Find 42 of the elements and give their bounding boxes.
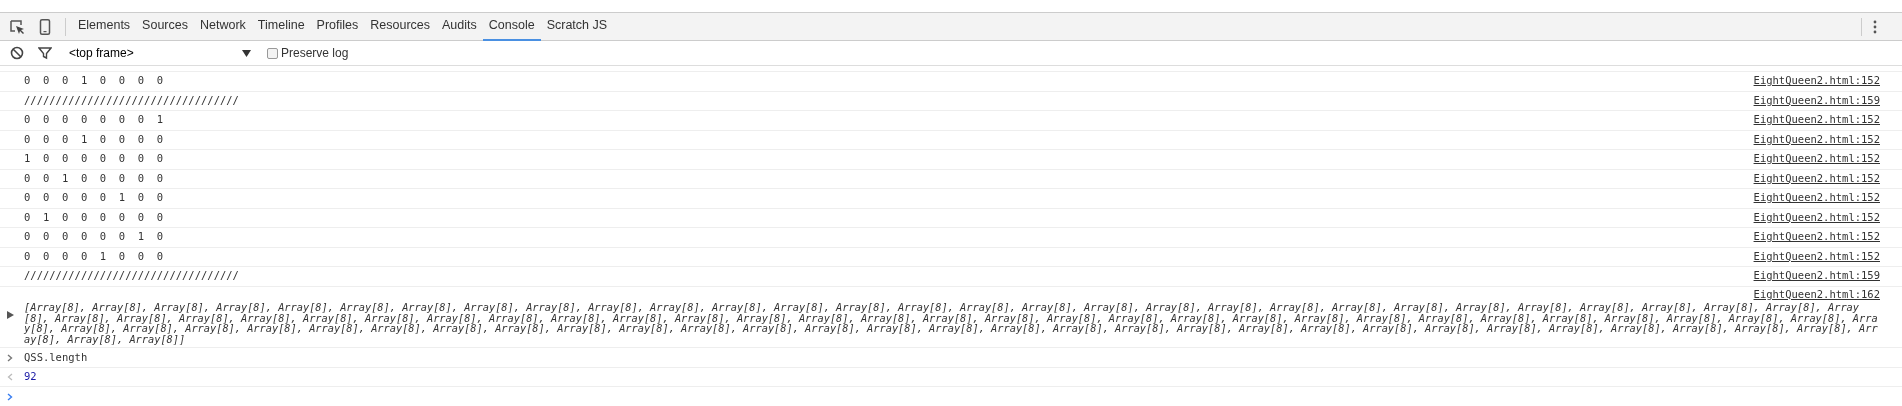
- source-link[interactable]: EightQueen2.html:152: [1753, 112, 1880, 129]
- checkbox[interactable]: [267, 47, 278, 59]
- tab[interactable]: Audits: [436, 12, 483, 41]
- source-link[interactable]: EightQueen2.html:152: [1753, 170, 1880, 187]
- frame-dropdown[interactable]: <top frame>: [65, 44, 255, 62]
- source-link[interactable]: EightQueen2.html:159: [1753, 92, 1880, 109]
- command-text: QSS.length: [24, 349, 88, 365]
- source-link[interactable]: EightQueen2.html:152: [1753, 209, 1880, 226]
- log-message: 0 0 0 0 0 1 0 0: [24, 190, 164, 206]
- expand-icon[interactable]: [7, 310, 14, 319]
- tab[interactable]: Elements: [72, 12, 137, 41]
- source-link[interactable]: EightQueen2.html:152: [1753, 131, 1880, 148]
- caret-icon: [242, 49, 251, 57]
- tab[interactable]: Scratch JS: [540, 12, 614, 41]
- source-link[interactable]: EightQueen2.html:152: [1753, 229, 1880, 246]
- log-message: 0 0 0 0 0 0 1 0: [24, 229, 164, 245]
- prompt-icon: [7, 353, 13, 362]
- tab[interactable]: Timeline: [251, 12, 311, 41]
- tab[interactable]: Network: [193, 12, 252, 41]
- log-message: 0 1 0 0 0 0 0 0: [24, 209, 164, 225]
- result-value: 92: [24, 369, 37, 385]
- log-message: //////////////////////////////////: [24, 268, 239, 284]
- log-message: 0 0 1 0 0 0 0 0: [24, 170, 164, 186]
- source-link[interactable]: EightQueen2.html:162: [1753, 286, 1880, 303]
- source-link[interactable]: EightQueen2.html:159: [1753, 268, 1880, 285]
- log-message: 0 0 0 1 0 0 0 0: [24, 73, 164, 89]
- checkbox-label[interactable]: Preserve log: [281, 44, 349, 62]
- tab[interactable]: Resources: [364, 12, 437, 41]
- log-message: //////////////////////////////////: [24, 92, 239, 108]
- prompt-icon: [7, 393, 13, 401]
- source-link[interactable]: EightQueen2.html:152: [1753, 190, 1880, 207]
- tab[interactable]: Sources: [136, 12, 194, 41]
- tab[interactable]: Profiles: [310, 12, 365, 41]
- array-output: [Array[8], Array[8], Array[8], Array[8], Array[8], Array[8], Array[8], Array[8], Array[8], Array[8], Array[8], Array[8], Array[8], Array[8], Array[8], Array[8], Array[8], Array[8], Array[8], Array[8], Array[8], Array[8], Array[8], Array[8], Array[8], Array[8], Array[8], Array[8], Array[8], Array[8], Array[8], Array[8], Array[8], Array[8], Array[8], Array[8], Array[8], Array[8], Array[8], Array[8], Array[8], Array[8], Array[8], Array[8], Array[8], Array[8], Array[8], Array[8], Array[8], Array[8], Array[8], Array[8], Array[8], Array[8], Array[8], Array[8], Array[8], Array[8], Array[8], Array[8], Array[8], Array[8], Array[8], Array[8], Array[8], Array[8], Array[8], Array[8], Array[8], Array[8], Array[8], Array[8], Array[8], Array[8], Array[8], Array[8], Array[8], Array[8], Array[8], Array[8], Array[8], Array[8], Array[8], Array[8], Array[8], Array[8], Array[8], Array[8], Array[8], Array[8], Array[8], Array[8]]: [24, 302, 1879, 345]
- log-message: 0 0 0 0 1 0 0 0: [24, 248, 164, 264]
- source-link[interactable]: EightQueen2.html:152: [1753, 73, 1880, 90]
- source-link[interactable]: EightQueen2.html:152: [1753, 248, 1880, 265]
- source-link[interactable]: EightQueen2.html:152: [1753, 151, 1880, 168]
- log-message: 0 0 0 0 0 0 0 1: [24, 112, 164, 128]
- log-message: 1 0 0 0 0 0 0 0: [24, 151, 164, 167]
- log-message: 0 0 0 1 0 0 0 0: [24, 131, 164, 147]
- tab[interactable]: Console: [482, 12, 541, 41]
